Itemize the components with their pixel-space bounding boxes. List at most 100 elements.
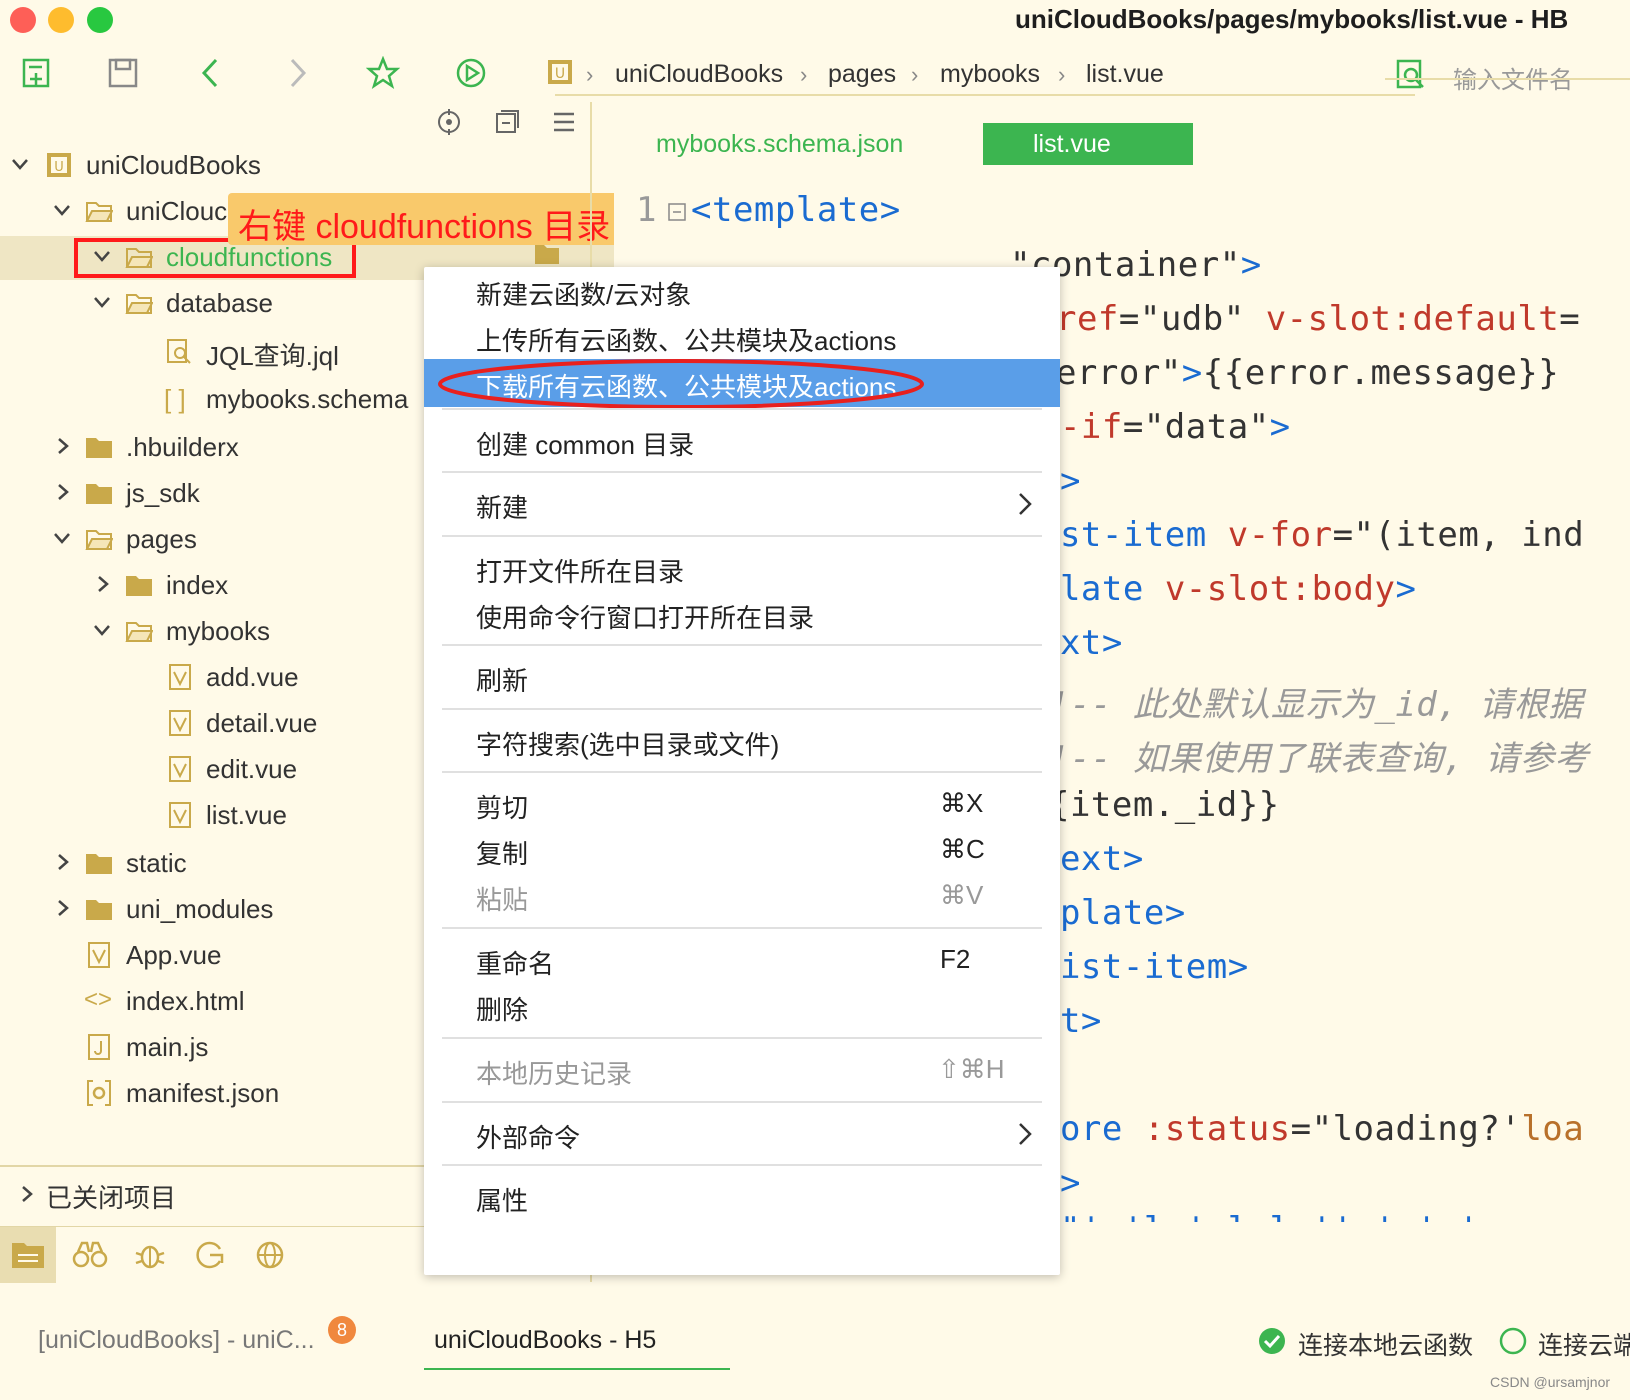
menu-item-delete[interactable]: 删除	[424, 982, 1060, 1030]
menu-item-cut[interactable]: 剪切 ⌘X	[424, 780, 1060, 828]
locate-icon[interactable]	[436, 109, 462, 135]
console-tab-h5[interactable]: uniCloudBooks - H5	[424, 1316, 730, 1370]
breadcrumb-separator-icon: ›	[800, 62, 808, 87]
forward-icon[interactable]	[280, 56, 314, 90]
js-file-icon	[88, 1034, 110, 1060]
menu-item-new-cloud-function[interactable]: 新建云函数/云对象	[424, 267, 1060, 315]
chevron-right-icon	[1019, 1123, 1032, 1145]
tree-item-label: mybooks.schema	[206, 384, 409, 414]
menu-item-external-commands[interactable]: 外部命令	[424, 1110, 1060, 1158]
menu-item-label: 字符搜索(选中目录或文件)	[476, 730, 780, 760]
tab-mybooks-schema[interactable]: mybooks.schema.json	[634, 124, 954, 164]
tree-item-label: index.html	[126, 986, 245, 1016]
menu-item-copy[interactable]: 复制 ⌘C	[424, 826, 1060, 874]
project-icon: U	[47, 153, 71, 177]
checked-circle-icon[interactable]	[1257, 1326, 1287, 1356]
back-icon[interactable]	[194, 56, 228, 90]
annotation-callout: 右键 cloudfunctions 目录	[228, 193, 628, 246]
menu-item-label: 打开文件所在目录	[476, 557, 685, 587]
menu-item-upload-all[interactable]: 上传所有云函数、公共模块及actions	[424, 313, 1060, 361]
open-folder-icon	[125, 294, 153, 314]
vue-file-icon	[88, 942, 110, 968]
open-folder-icon	[125, 622, 153, 642]
bug-icon[interactable]	[134, 1239, 166, 1271]
menu-separator	[442, 1101, 1042, 1103]
open-folder-icon	[85, 530, 113, 550]
globe-icon[interactable]	[254, 1239, 286, 1271]
open-folder-icon	[85, 202, 113, 222]
toolbar: U › uniCloudBooks › pages › mybooks › li…	[0, 40, 1630, 102]
menu-icon[interactable]	[552, 110, 576, 134]
tab-list-vue[interactable]: list.vue	[983, 123, 1193, 165]
star-icon[interactable]	[366, 56, 400, 90]
file-search-icon[interactable]	[1395, 58, 1427, 90]
tree-item-label: .hbuilderx	[126, 432, 239, 462]
menu-item-label: 重命名	[476, 949, 555, 979]
run-icon[interactable]	[454, 56, 488, 90]
menu-item-refresh[interactable]: 刷新	[424, 653, 1060, 701]
project-view-tab[interactable]	[0, 1227, 56, 1283]
tree-item-label: main.js	[126, 1032, 209, 1062]
menu-item-new[interactable]: 新建	[424, 480, 1060, 528]
menu-item-paste[interactable]: 粘贴 ⌘V	[424, 872, 1060, 920]
vue-file-icon	[169, 664, 191, 690]
menu-item-properties[interactable]: 属性	[424, 1173, 1060, 1221]
tree-item-project[interactable]: U uniCloudBooks	[0, 144, 614, 188]
menu-separator	[442, 535, 1042, 537]
close-window-button[interactable]	[10, 7, 36, 33]
tree-item-label: App.vue	[126, 940, 222, 970]
tree-item-label: uniClouc	[126, 196, 228, 226]
minimize-window-button[interactable]	[48, 7, 74, 33]
chevron-right-icon	[1019, 493, 1032, 515]
binoculars-icon[interactable]	[72, 1239, 108, 1271]
git-icon[interactable]	[194, 1239, 226, 1271]
breadcrumb-separator-icon: ›	[1058, 62, 1066, 87]
vue-file-icon	[169, 756, 191, 782]
menu-item-shortcut: ⇧⌘H	[938, 1054, 1005, 1084]
tree-item-label: uni_modules	[126, 894, 274, 924]
breadcrumb-item[interactable]: list.vue	[1086, 60, 1164, 89]
menu-item-shortcut: ⌘V	[940, 880, 984, 910]
menu-item-shortcut: F2	[940, 944, 971, 974]
watermark: CSDN @ursamjnor	[1490, 1374, 1611, 1390]
code-line: <template>	[691, 190, 901, 230]
breadcrumb-item[interactable]: pages	[828, 60, 896, 89]
tree-item-label: index	[166, 570, 229, 600]
menu-separator	[442, 927, 1042, 929]
new-file-icon[interactable]	[20, 56, 54, 90]
connect-cloud-label: 连接云端	[1538, 1332, 1630, 1360]
connect-local-label: 连接本地云函数	[1298, 1332, 1474, 1360]
project-icon: U	[546, 58, 574, 86]
fold-icon[interactable]	[668, 203, 686, 221]
folder-icon	[86, 854, 112, 874]
title-bar: uniCloudBooks/pages/mybooks/list.vue - H…	[0, 0, 1630, 40]
menu-separator	[442, 708, 1042, 710]
breadcrumb-item[interactable]: mybooks	[940, 60, 1040, 89]
save-icon[interactable]	[106, 56, 140, 90]
code-line: nplate v-slot:body>	[1018, 569, 1417, 609]
json-file-icon: [ ]	[164, 384, 186, 414]
tab-label: mybooks.schema.json	[656, 130, 904, 158]
menu-item-open-in-finder[interactable]: 打开文件所在目录	[424, 544, 1060, 592]
menu-item-local-history[interactable]: 本地历史记录 ⇧⌘H	[424, 1046, 1060, 1094]
console-tab-unicloud[interactable]: [uniCloudBooks] - uniC... 8	[30, 1316, 360, 1366]
menu-item-search[interactable]: 字符搜索(选中目录或文件)	[424, 717, 1060, 765]
menu-item-label: 粘贴	[476, 885, 529, 915]
menu-item-label: 外部命令	[476, 1123, 581, 1153]
zoom-window-button[interactable]	[87, 7, 113, 33]
tree-item-label: js_sdk	[126, 478, 200, 508]
menu-item-label: 剪切	[476, 793, 529, 823]
collapse-all-icon[interactable]	[494, 109, 520, 135]
console-tab-label: [uniCloudBooks] - uniC...	[38, 1326, 315, 1354]
tree-item-label: uniCloudBooks	[86, 150, 261, 180]
chevron-right-icon	[22, 1186, 33, 1202]
tree-item-label: edit.vue	[206, 754, 298, 784]
menu-separator	[442, 1037, 1042, 1039]
menu-item-create-common[interactable]: 创建 common 目录	[424, 417, 1060, 465]
code-line: - "' 'l ' l l '' ' ' '	[1018, 1210, 1479, 1222]
menu-item-rename[interactable]: 重命名 F2	[424, 936, 1060, 984]
breadcrumb-item[interactable]: uniCloudBooks	[615, 60, 783, 89]
menu-item-open-terminal[interactable]: 使用命令行窗口打开所在目录	[424, 590, 1060, 638]
radio-circle-icon[interactable]	[1498, 1326, 1528, 1356]
highlight-ellipse	[438, 359, 924, 409]
